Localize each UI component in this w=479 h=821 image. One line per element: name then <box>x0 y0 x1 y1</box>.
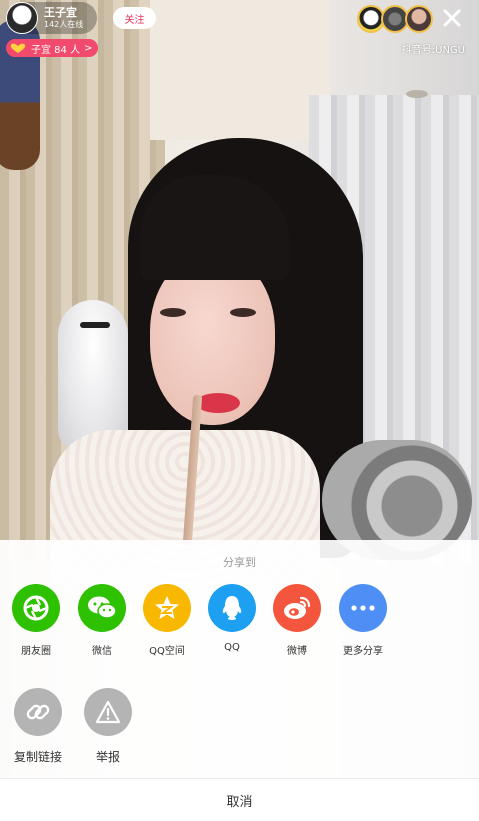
weibo-icon <box>273 584 321 632</box>
host-avatar[interactable] <box>6 2 38 34</box>
viewer-avatar[interactable] <box>405 5 433 33</box>
host-name: 王子宜 <box>44 6 77 20</box>
cancel-button[interactable]: 取消 <box>0 778 479 821</box>
share-sheet: 分享到 朋友圈 微信 QQ空间 QQ 微博 更多分享 复制链接 举报 取消 <box>0 540 479 821</box>
online-count: 142人在线 <box>44 19 84 29</box>
chevron-right-icon: > <box>84 42 93 54</box>
viewer-avatars[interactable] <box>357 5 433 33</box>
report-action[interactable]: 举报 <box>75 688 141 765</box>
moments-icon <box>12 584 60 632</box>
host-info[interactable]: 王子宜 142人在线 <box>6 2 98 34</box>
follow-button[interactable]: 关注 <box>113 7 156 29</box>
share-more[interactable]: 更多分享 <box>330 584 396 657</box>
more-icon <box>339 584 387 632</box>
qq-icon <box>208 584 256 632</box>
copy-link-action[interactable]: 复制链接 <box>5 688 71 765</box>
qzone-icon <box>143 584 191 632</box>
ceiling-lamp <box>406 90 428 98</box>
share-wechat[interactable]: 微信 <box>69 584 135 657</box>
share-qq[interactable]: QQ <box>199 584 265 653</box>
streamer-eye-right <box>230 308 256 317</box>
streamer-eye-left <box>160 308 186 317</box>
baymax-figure <box>58 300 128 450</box>
fan-group-label: 子宜 84 人 <box>31 44 81 56</box>
link-icon <box>14 688 62 736</box>
heart-hands-icon <box>10 43 26 53</box>
fan-group-pill[interactable]: 子宜 84 人 > <box>6 39 99 57</box>
share-label: QQ空间 <box>149 646 185 657</box>
share-label: 微博 <box>287 646 307 657</box>
share-label: QQ <box>224 642 240 653</box>
host-text: 王子宜 142人在线 <box>44 6 84 29</box>
share-weibo[interactable]: 微博 <box>264 584 330 657</box>
action-label: 举报 <box>95 750 120 764</box>
action-label: 复制链接 <box>13 750 62 764</box>
warning-icon <box>84 688 132 736</box>
close-icon[interactable] <box>440 6 464 30</box>
wechat-icon <box>78 584 126 632</box>
share-sheet-title: 分享到 <box>223 556 256 569</box>
share-qzone[interactable]: QQ空间 <box>134 584 200 657</box>
share-label: 朋友圈 <box>21 646 51 657</box>
wall <box>150 0 330 140</box>
share-moments[interactable]: 朋友圈 <box>3 584 69 657</box>
share-label: 更多分享 <box>343 646 383 657</box>
share-label: 微信 <box>92 646 112 657</box>
douyin-id: 抖音号:UNGU <box>401 45 465 56</box>
streamer-lips <box>196 393 240 413</box>
